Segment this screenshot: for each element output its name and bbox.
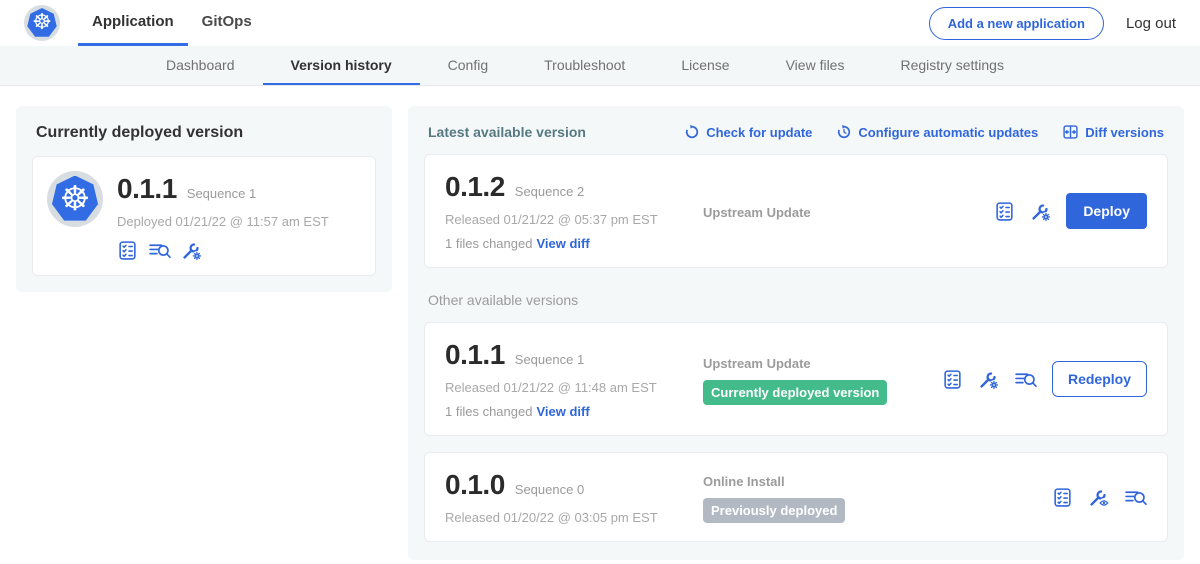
app-subnav: Dashboard Version history Config Trouble…: [0, 46, 1200, 86]
version-source-label: Upstream Update: [703, 205, 994, 220]
deployed-card-title: Currently deployed version: [36, 124, 376, 142]
edit-config-icon[interactable]: [181, 240, 202, 261]
subnav-tab-config[interactable]: Config: [420, 46, 516, 85]
edit-config-icon[interactable]: [1030, 201, 1051, 222]
deployed-timestamp: Deployed 01/21/22 @ 11:57 am EST: [117, 214, 329, 229]
add-new-application-button[interactable]: Add a new application: [929, 7, 1104, 40]
subnav-tab-dashboard[interactable]: Dashboard: [138, 46, 263, 85]
files-changed-label: 1 files changed: [445, 404, 532, 419]
files-changed-label: 1 files changed: [445, 236, 532, 251]
refresh-icon: [684, 124, 700, 140]
preflight-checks-icon[interactable]: [148, 240, 171, 261]
schedule-update-icon: [836, 124, 852, 140]
version-source-label: Online Install: [703, 474, 1052, 489]
subnav-tab-registry-settings[interactable]: Registry settings: [872, 46, 1031, 85]
release-notes-icon[interactable]: [994, 201, 1015, 222]
version-history-page: Currently deployed version ☸ 0.1.1 Seque…: [0, 86, 1200, 564]
subnav-tab-view-files[interactable]: View files: [758, 46, 873, 85]
version-row-0-1-0: 0.1.0 Sequence 0 Released 01/20/22 @ 03:…: [424, 452, 1168, 542]
app-icon: ☸: [47, 171, 103, 227]
view-diff-link[interactable]: View diff: [536, 404, 589, 419]
released-timestamp: Released 01/21/22 @ 05:37 pm EST: [445, 212, 703, 227]
preflight-checks-icon[interactable]: [1124, 487, 1147, 508]
deploy-button[interactable]: Deploy: [1066, 193, 1147, 229]
release-notes-icon[interactable]: [1052, 487, 1073, 508]
deployed-version-tile: ☸ 0.1.1 Sequence 1 Deployed 01/21/22 @ 1…: [32, 156, 376, 276]
diff-versions-link[interactable]: Diff versions: [1062, 124, 1164, 140]
tab-gitops[interactable]: GitOps: [188, 0, 266, 46]
subnav-tab-troubleshoot[interactable]: Troubleshoot: [516, 46, 653, 85]
currently-deployed-badge: Currently deployed version: [703, 380, 887, 405]
sequence-label: Sequence 2: [515, 184, 584, 199]
check-for-update-link[interactable]: Check for update: [684, 124, 812, 140]
tab-application[interactable]: Application: [78, 0, 188, 46]
sequence-label: Sequence 1: [515, 352, 584, 367]
release-notes-icon[interactable]: [117, 240, 138, 261]
previously-deployed-badge: Previously deployed: [703, 498, 845, 523]
panel-header: Latest available version Check for updat…: [424, 122, 1168, 154]
version-row-0-1-1: 0.1.1 Sequence 1 Released 01/21/22 @ 11:…: [424, 322, 1168, 436]
subnav-tab-version-history[interactable]: Version history: [263, 46, 420, 85]
edit-config-icon[interactable]: [978, 369, 999, 390]
latest-available-title: Latest available version: [428, 124, 586, 140]
released-timestamp: Released 01/21/22 @ 11:48 am EST: [445, 380, 703, 395]
topbar-right: Add a new application Log out: [929, 7, 1176, 40]
other-versions-title: Other available versions: [428, 292, 1164, 308]
version-number: 0.1.0: [445, 469, 505, 501]
sequence-label: Sequence 0: [515, 482, 584, 497]
deployed-sequence-label: Sequence 1: [187, 186, 256, 201]
top-navbar: ☸ Application GitOps Add a new applicati…: [0, 0, 1200, 46]
available-versions-panel: Latest available version Check for updat…: [408, 106, 1184, 560]
logout-link[interactable]: Log out: [1126, 15, 1176, 32]
version-number: 0.1.1: [445, 339, 505, 371]
view-diff-link[interactable]: View diff: [536, 236, 589, 251]
preflight-checks-icon[interactable]: [1014, 369, 1037, 390]
kubernetes-logo-icon: ☸: [24, 5, 60, 41]
configure-automatic-updates-link[interactable]: Configure automatic updates: [836, 124, 1038, 140]
version-row-0-1-2: 0.1.2 Sequence 2 Released 01/21/22 @ 05:…: [424, 154, 1168, 268]
deployed-version-number: 0.1.1: [117, 173, 177, 205]
currently-deployed-card: Currently deployed version ☸ 0.1.1 Seque…: [16, 106, 392, 292]
redeploy-button[interactable]: Redeploy: [1052, 361, 1147, 397]
version-number: 0.1.2: [445, 171, 505, 203]
view-config-icon[interactable]: [1088, 487, 1109, 508]
app-switch-tabs: Application GitOps: [78, 0, 266, 46]
kots-admin-console: ☸ Application GitOps Add a new applicati…: [0, 0, 1200, 564]
released-timestamp: Released 01/20/22 @ 03:05 pm EST: [445, 510, 703, 525]
version-source-label: Upstream Update: [703, 356, 942, 371]
diff-icon: [1062, 124, 1079, 140]
release-notes-icon[interactable]: [942, 369, 963, 390]
subnav-tab-license[interactable]: License: [653, 46, 757, 85]
